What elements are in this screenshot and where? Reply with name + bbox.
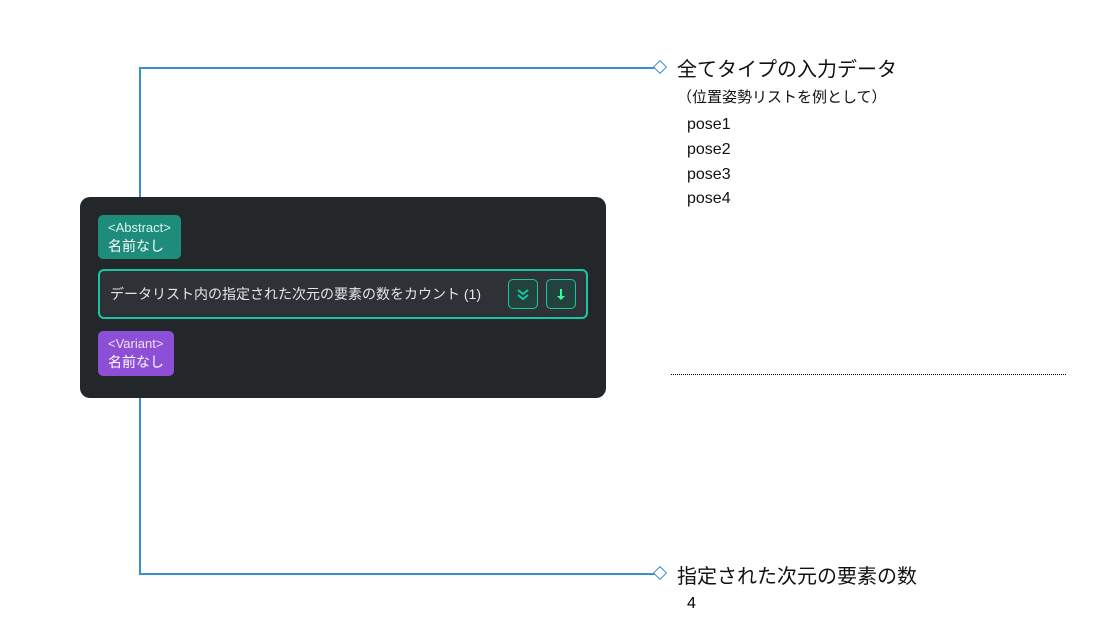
list-item: pose3 [687,163,897,188]
list-item: pose4 [687,187,897,212]
annotation-output-title: 指定された次元の要素の数 [677,560,917,589]
variant-output-tag[interactable]: <Variant> 名前なし [98,331,174,375]
expand-all-button[interactable] [508,279,538,309]
connector-top-vertical [139,67,141,217]
variant-type-label: <Variant> [108,335,164,353]
abstract-type-label: <Abstract> [108,219,171,237]
annotation-output-value: 4 [687,595,917,613]
down-arrow-icon [554,287,568,301]
connector-bottom-horizontal [139,573,660,575]
list-item: pose1 [687,113,897,138]
abstract-input-tag[interactable]: <Abstract> 名前なし [98,215,181,259]
variant-name-label: 名前なし [108,354,164,370]
instruction-row[interactable]: データリスト内の指定された次元の要素の数をカウント (1) [98,269,588,319]
annotation-output: 指定された次元の要素の数 4 [677,560,917,613]
annotation-input-list: pose1 pose2 pose3 pose4 [687,113,897,212]
diamond-marker-bottom-right [653,566,667,580]
annotation-input-title: 全てタイプの入力データ [677,53,897,82]
annotation-input-subtitle: （位置姿勢リストを例として） [677,86,897,107]
abstract-name-label: 名前なし [108,238,164,254]
connector-bottom-vertical [139,386,141,573]
dotted-separator [671,374,1066,375]
node-panel: <Abstract> 名前なし データリスト内の指定された次元の要素の数をカウン… [80,197,606,398]
list-item: pose2 [687,138,897,163]
diamond-marker-top-right [653,60,667,74]
annotation-input: 全てタイプの入力データ （位置姿勢リストを例として） pose1 pose2 p… [677,53,897,212]
connector-top-horizontal [139,67,660,69]
down-arrow-button[interactable] [546,279,576,309]
instruction-text: データリスト内の指定された次元の要素の数をカウント (1) [110,284,500,304]
expand-chevrons-icon [515,286,531,302]
